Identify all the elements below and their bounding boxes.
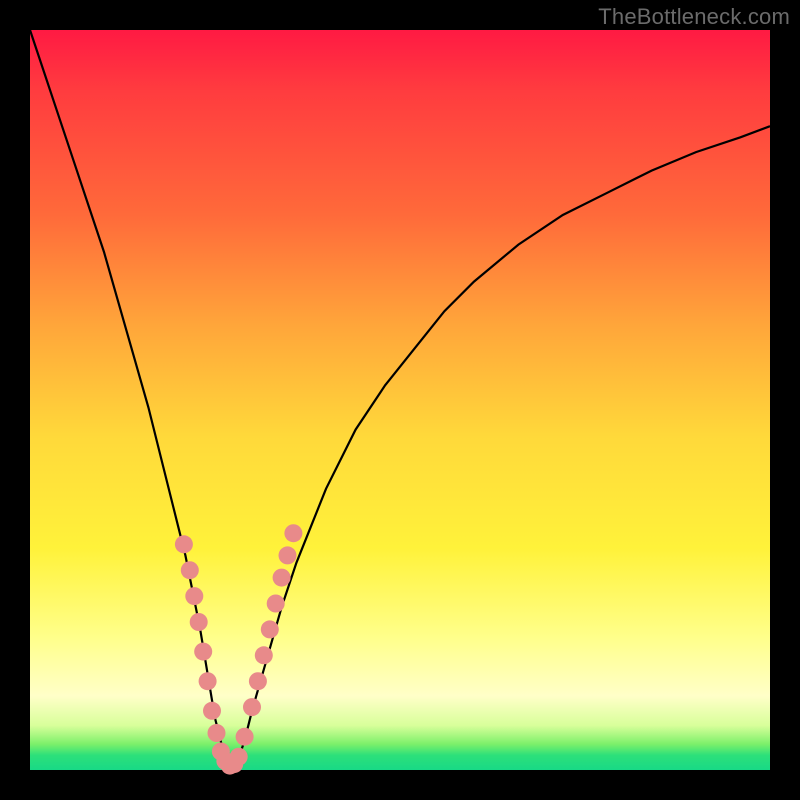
marker-point: [243, 698, 261, 716]
marker-point: [208, 724, 226, 742]
marker-point: [194, 643, 212, 661]
marker-point: [203, 702, 221, 720]
marker-point: [181, 561, 199, 579]
watermark-text: TheBottleneck.com: [598, 4, 790, 30]
curve-svg: [30, 30, 770, 770]
chart-frame: TheBottleneck.com: [0, 0, 800, 800]
marker-point: [236, 728, 254, 746]
marker-point: [249, 672, 267, 690]
marker-point: [185, 587, 203, 605]
marker-point: [199, 672, 217, 690]
marker-point: [273, 569, 291, 587]
marker-point: [190, 613, 208, 631]
marker-point: [175, 535, 193, 553]
bottleneck-curve: [30, 30, 770, 766]
marker-point: [261, 620, 279, 638]
marker-point: [279, 546, 297, 564]
marker-point: [230, 748, 248, 766]
marker-point: [284, 524, 302, 542]
marker-point: [255, 646, 273, 664]
highlight-markers: [175, 524, 303, 774]
marker-point: [267, 595, 285, 613]
plot-area: [30, 30, 770, 770]
